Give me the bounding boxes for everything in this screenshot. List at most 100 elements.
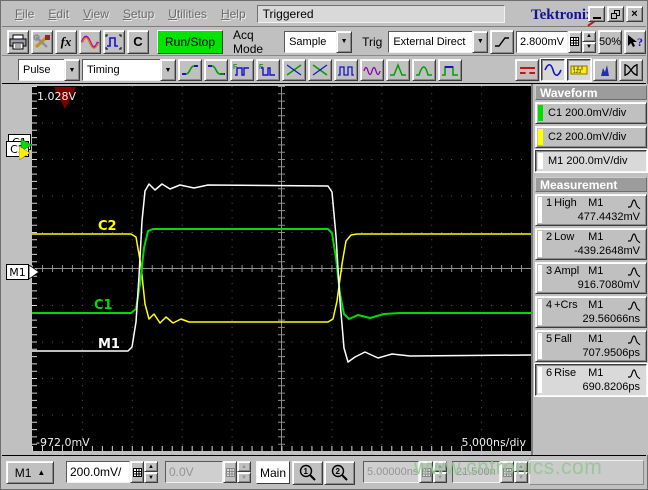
- vertical-scale-spinner[interactable]: 200.0mV/ ▲ ▼: [66, 461, 158, 483]
- menu-view[interactable]: View: [76, 5, 116, 23]
- spin-down-button[interactable]: ▼: [581, 41, 596, 53]
- neg-crossing-button[interactable]: [308, 59, 332, 81]
- keypad-button: [223, 461, 237, 483]
- tools-button[interactable]: [31, 29, 53, 54]
- keypad-button[interactable]: [130, 461, 144, 483]
- display-zoom-button[interactable]: 50%: [597, 29, 623, 54]
- keypad-icon: [570, 37, 580, 46]
- rising-slope-icon: [495, 36, 510, 47]
- waveform-c2-button[interactable]: C2 200.0mV/div: [535, 126, 647, 148]
- run-stop-button[interactable]: Run/Stop: [157, 29, 224, 54]
- context-help-button[interactable]: ?: [624, 29, 647, 54]
- menu-edit[interactable]: Edit: [41, 5, 76, 23]
- eye-diagram-button[interactable]: [619, 59, 643, 81]
- pulse-glyph-icon: [628, 300, 641, 311]
- keypad-icon: [502, 467, 512, 477]
- pos-crossing-button[interactable]: [282, 59, 306, 81]
- record-position-value: 21.500n: [452, 461, 500, 483]
- svg-text:2: 2: [335, 467, 340, 476]
- pulse-glyph-icon: [628, 198, 641, 209]
- horizontal-view-button[interactable]: Main: [256, 461, 290, 484]
- meas-name: Rise: [554, 367, 577, 379]
- peak-icon: [390, 63, 406, 76]
- pulse-glyph-icon: [628, 334, 641, 345]
- vertical-scale-value[interactable]: 200.0mV/: [66, 461, 130, 483]
- acq-mode-label: Acq Mode: [233, 27, 264, 56]
- flat-top-button[interactable]: [438, 59, 462, 81]
- chevron-down-icon[interactable]: ▼: [472, 30, 489, 53]
- keypad-button[interactable]: [567, 30, 582, 53]
- measurement-pcrs-button[interactable]: 4 +Crs M1 29.56066ns: [535, 296, 647, 328]
- close-button[interactable]: ×: [626, 6, 643, 22]
- waveform-m1-button[interactable]: M1 200.0mV/div: [535, 150, 647, 172]
- chevron-down-icon[interactable]: ▼: [64, 59, 80, 81]
- spin-up-button[interactable]: ▲: [581, 30, 596, 42]
- pos-width-button[interactable]: F: [230, 59, 254, 81]
- zoom-1-button[interactable]: 1: [292, 461, 323, 485]
- meas-source: M1: [588, 231, 604, 243]
- svg-text:?: ?: [637, 35, 643, 49]
- period-button[interactable]: [334, 59, 358, 81]
- chevron-down-icon[interactable]: ▼: [160, 59, 176, 81]
- printer-icon: [9, 34, 27, 49]
- bottom-bar: M1 ▲ 200.0mV/ ▲ ▼ 0.0V ▲ ▼ Main 1 2 5.0000…: [2, 455, 646, 489]
- m1-vertical-marker[interactable]: M1: [6, 264, 29, 280]
- meas-name: +Crs: [554, 299, 578, 311]
- cursors-button[interactable]: [515, 59, 539, 81]
- keypad-icon: [132, 467, 142, 477]
- peak-settle-button[interactable]: [412, 59, 436, 81]
- fall-time-button[interactable]: [204, 59, 228, 81]
- neg-width-button[interactable]: F: [256, 59, 280, 81]
- menu-utilities[interactable]: Utilities: [161, 5, 214, 23]
- cursors-icon: [519, 66, 535, 74]
- falling-edge-icon: [208, 65, 225, 75]
- pulse-capture-button[interactable]: [103, 29, 125, 54]
- measurement-rise-button[interactable]: 6 Rise M1 690.8206ps: [535, 364, 647, 396]
- measurement-low-button[interactable]: 2 Low M1 -439.2648mV: [535, 228, 647, 260]
- histogram-button[interactable]: [593, 59, 617, 81]
- measurement-fall-button[interactable]: 5 Fall M1 707.9506ps: [535, 330, 647, 362]
- trigger-slope-button[interactable]: [490, 29, 514, 54]
- math-fx-button[interactable]: fx: [55, 29, 77, 54]
- trigger-source-select[interactable]: External Direct ▼: [388, 30, 489, 53]
- eye-diagram-icon: [624, 64, 638, 76]
- signal-type-value: Pulse: [18, 59, 64, 81]
- measurement-ampl-button[interactable]: 3 Ampl M1 916.7080mV: [535, 262, 647, 294]
- meas-name: Fall: [554, 333, 572, 345]
- c-button[interactable]: C: [127, 29, 149, 54]
- restore-button[interactable]: [607, 6, 624, 22]
- waveform-database-button[interactable]: [79, 29, 101, 54]
- menu-file[interactable]: File: [8, 5, 41, 23]
- minimize-button[interactable]: [588, 6, 605, 22]
- spin-up-button[interactable]: ▲: [144, 461, 158, 472]
- trigger-level-value[interactable]: 2.800mV: [515, 30, 568, 53]
- fx-icon: fx: [60, 33, 72, 49]
- waveform-c1-button[interactable]: C1 200.0mV/div: [535, 102, 647, 124]
- menu-setup[interactable]: Setup: [116, 5, 161, 23]
- signal-type-select[interactable]: Pulse ▼: [18, 59, 80, 81]
- ruler-readout-button[interactable]: 123: [567, 59, 591, 81]
- acq-mode-select[interactable]: Sample ▼: [284, 30, 353, 53]
- peak-tail-icon: [416, 66, 432, 76]
- c1-c2-marker-arrows: [19, 138, 33, 161]
- frequency-button[interactable]: [360, 59, 384, 81]
- menu-help[interactable]: Help: [214, 5, 253, 23]
- pulse-glyph-icon: [628, 368, 641, 379]
- channel-select-button[interactable]: M1 ▲: [6, 461, 54, 484]
- peak-button[interactable]: [386, 59, 410, 81]
- measurement-panel-header: Measurement: [535, 177, 647, 192]
- magnifier-2-icon: 2: [331, 464, 348, 481]
- print-button[interactable]: [7, 29, 29, 54]
- waveform-display-button[interactable]: [541, 59, 565, 81]
- measure-class-select[interactable]: Timing ▼: [82, 59, 176, 81]
- chevron-down-icon[interactable]: ▼: [336, 30, 353, 53]
- trigger-level-spinner[interactable]: 2.800mV ▲ ▼: [515, 30, 596, 53]
- oscilloscope-window: File Edit View Setup Utilities Help Trig…: [0, 0, 648, 490]
- rise-time-button[interactable]: [178, 59, 202, 81]
- c2-color-swatch: [538, 129, 543, 145]
- spin-down-button[interactable]: ▼: [144, 472, 158, 483]
- zoom-2-button[interactable]: 2: [324, 461, 355, 485]
- positive-pulse-f-icon: F: [233, 64, 249, 76]
- measurement-high-button[interactable]: 1 High M1 477.4432mV: [535, 194, 647, 226]
- spin-down-button: ▼: [237, 472, 251, 483]
